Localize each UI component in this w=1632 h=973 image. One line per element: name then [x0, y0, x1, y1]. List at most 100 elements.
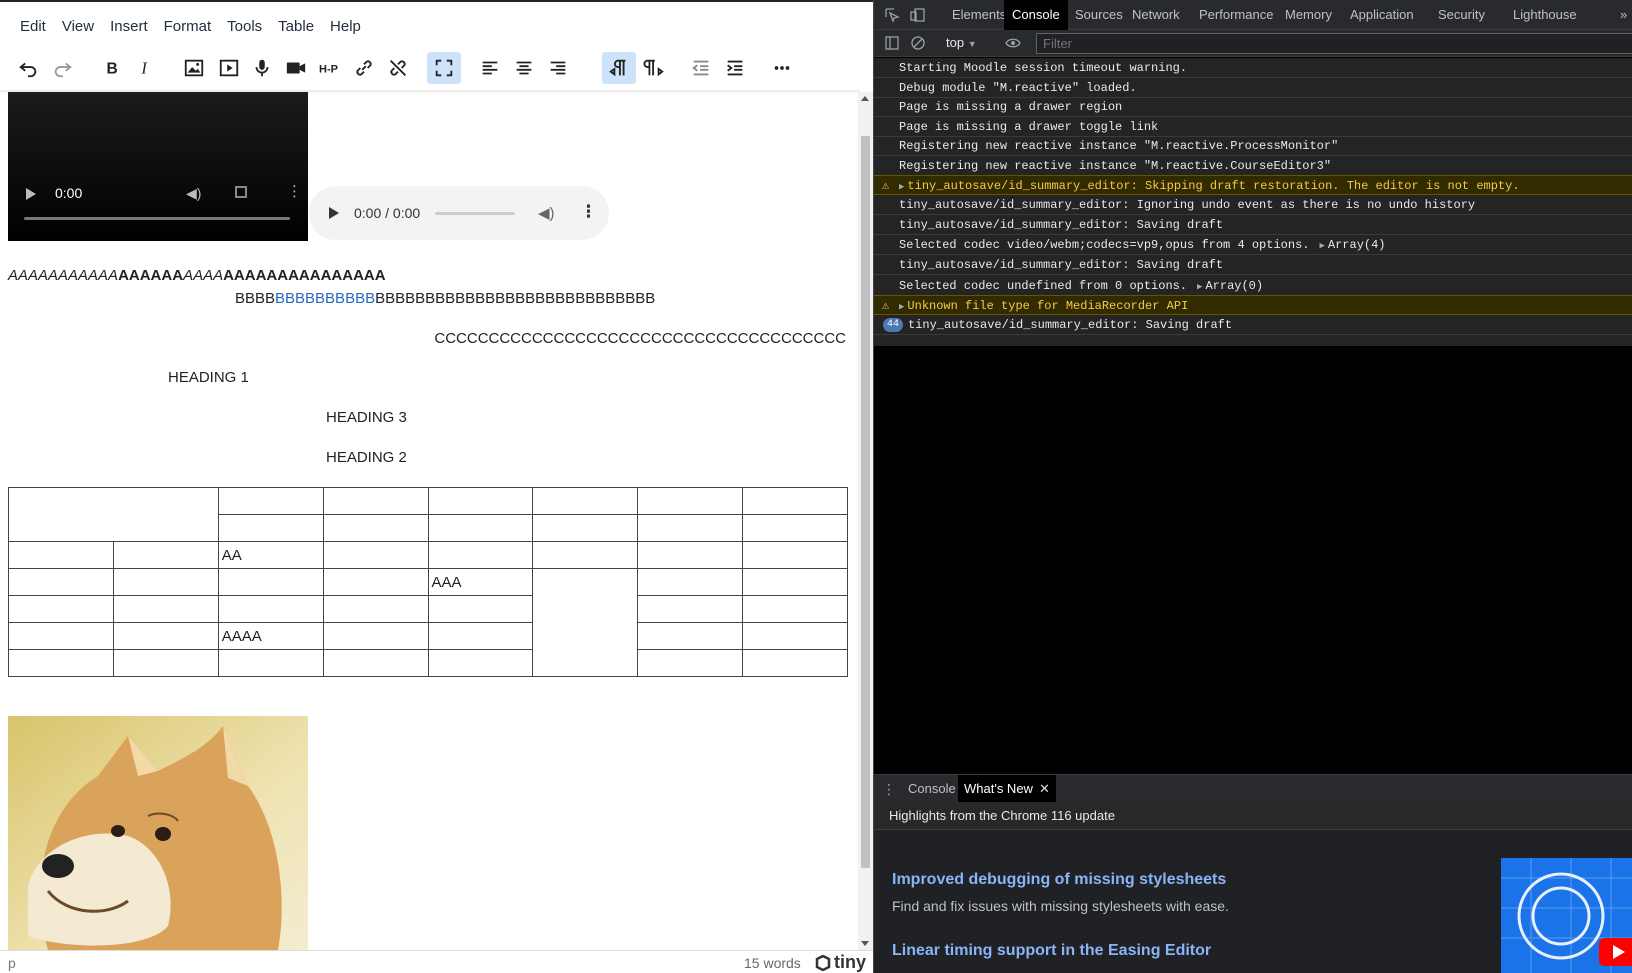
eye-icon[interactable] — [1005, 35, 1021, 51]
table-cell[interactable] — [637, 514, 744, 542]
table-cell[interactable] — [742, 541, 848, 569]
table-cell[interactable] — [742, 595, 848, 623]
table-cell[interactable]: AAA — [427, 568, 534, 596]
table-cell[interactable] — [322, 514, 429, 542]
doge-image[interactable] — [8, 716, 308, 950]
table-cell[interactable] — [322, 622, 429, 650]
audio-player[interactable]: 0:00 / 0:00 ◀) ⋮ — [309, 186, 609, 240]
console-message[interactable]: Registering new reactive instance "M.rea… — [874, 136, 1632, 156]
table-cell[interactable] — [427, 595, 534, 623]
expand-triangle-icon[interactable]: ▶ — [899, 182, 904, 192]
play-icon[interactable] — [26, 188, 36, 200]
media-icon[interactable] — [212, 52, 246, 84]
filter-input[interactable] — [1036, 33, 1632, 54]
content-table[interactable]: AA AAA AAAA — [8, 487, 848, 677]
table-cell[interactable] — [427, 541, 534, 569]
table-cell[interactable] — [112, 595, 219, 623]
more-vertical-icon[interactable]: ⋮ — [580, 202, 597, 222]
fullscreen-icon[interactable] — [427, 52, 461, 84]
volume-icon[interactable]: ◀) — [186, 185, 201, 202]
table-cell[interactable] — [427, 487, 534, 515]
console-message[interactable]: Debug module "M.reactive" loaded. — [874, 78, 1632, 98]
tab-console[interactable]: Console — [1004, 0, 1068, 30]
microphone-icon[interactable] — [245, 52, 279, 84]
clear-console-icon[interactable] — [910, 35, 926, 51]
table-cell[interactable] — [427, 514, 534, 542]
audio-seek-bar[interactable] — [435, 212, 515, 215]
table-cell[interactable] — [322, 649, 429, 677]
drawer-tab-whats-new[interactable]: What's New ✕ — [958, 775, 1056, 803]
rtl-icon[interactable] — [637, 52, 671, 84]
outdent-icon[interactable] — [684, 52, 718, 84]
device-toolbar-icon[interactable] — [910, 7, 926, 23]
console-empty-area[interactable] — [874, 347, 1632, 772]
menu-edit[interactable]: Edit — [12, 14, 54, 42]
menu-help[interactable]: Help — [322, 14, 369, 42]
h5p-icon[interactable]: H-P — [313, 52, 347, 84]
table-cell[interactable] — [637, 649, 744, 677]
whats-new-item-title[interactable]: Linear timing support in the Easing Edit… — [892, 942, 1211, 960]
sidebar-toggle-icon[interactable] — [884, 35, 900, 51]
table-cell[interactable] — [637, 568, 744, 596]
link-icon[interactable] — [347, 52, 381, 84]
table-cell[interactable] — [427, 649, 534, 677]
tab-lighthouse[interactable]: Lighthouse — [1505, 0, 1585, 30]
close-icon[interactable]: ✕ — [1039, 781, 1050, 796]
tab-sources[interactable]: Sources — [1067, 0, 1131, 30]
console-message[interactable]: Page is missing a drawer region — [874, 97, 1632, 117]
tab-performance[interactable]: Performance — [1191, 0, 1281, 30]
table-cell[interactable] — [322, 541, 429, 569]
table-cell[interactable] — [427, 622, 534, 650]
inspect-element-icon[interactable] — [884, 7, 900, 23]
table-cell[interactable] — [532, 487, 639, 515]
tab-security[interactable]: Security — [1430, 0, 1493, 30]
element-path[interactable]: p — [8, 955, 16, 971]
table-cell[interactable] — [8, 649, 114, 677]
console-message[interactable]: tiny_autosave/id_summary_editor: Ignorin… — [874, 195, 1632, 215]
console-message[interactable]: Registering new reactive instance "M.rea… — [874, 156, 1632, 176]
table-cell[interactable] — [217, 649, 324, 677]
console-message[interactable]: Selected codec undefined from 0 options.… — [874, 276, 1632, 296]
table-cell[interactable] — [742, 649, 848, 677]
table-cell[interactable] — [532, 514, 639, 542]
table-cell[interactable] — [742, 514, 848, 542]
align-left-icon[interactable] — [473, 52, 507, 84]
align-center-icon[interactable] — [507, 52, 541, 84]
object-preview[interactable]: ▶ Array(4) — [1319, 238, 1385, 252]
video-seek-bar[interactable] — [24, 217, 290, 220]
more-icon[interactable] — [765, 52, 799, 84]
more-vertical-icon[interactable]: ⋮ — [287, 182, 302, 200]
volume-icon[interactable]: ◀) — [538, 204, 555, 222]
undo-icon[interactable] — [11, 52, 45, 84]
tab-application[interactable]: Application — [1342, 0, 1422, 30]
table-cell[interactable] — [217, 568, 324, 596]
table-cell[interactable] — [112, 622, 219, 650]
table-cell[interactable] — [637, 541, 744, 569]
fullscreen-icon[interactable] — [235, 186, 247, 198]
menu-insert[interactable]: Insert — [102, 14, 156, 42]
table-cell[interactable] — [322, 595, 429, 623]
table-cell[interactable] — [217, 595, 324, 623]
scroll-down-icon[interactable] — [861, 941, 869, 946]
scrollbar-thumb[interactable] — [861, 136, 870, 868]
align-right-icon[interactable] — [541, 52, 575, 84]
table-cell[interactable] — [8, 568, 114, 596]
table-cell[interactable] — [217, 514, 324, 542]
table-cell[interactable] — [8, 541, 114, 569]
image-icon[interactable] — [177, 52, 211, 84]
redo-icon[interactable] — [46, 52, 80, 84]
table-cell[interactable] — [112, 568, 219, 596]
video-player[interactable]: 0:00 ◀) ⋮ — [8, 92, 308, 241]
console-message[interactable]: tiny_autosave/id_summary_editor: Saving … — [874, 215, 1632, 235]
table-cell[interactable] — [322, 568, 429, 596]
table-cell[interactable] — [742, 622, 848, 650]
table-cell[interactable] — [742, 568, 848, 596]
table-cell[interactable] — [742, 487, 848, 515]
table-cell[interactable] — [8, 595, 114, 623]
scroll-up-icon[interactable] — [861, 96, 869, 101]
menu-tools[interactable]: Tools — [219, 14, 270, 42]
editor-content[interactable]: 0:00 ◀) ⋮ 0:00 / 0:00 ◀) ⋮ AAAAAAAAAAAAA… — [0, 92, 858, 950]
italic-icon[interactable]: I — [128, 52, 162, 84]
console-message[interactable]: 44 tiny_autosave/id_summary_editor: Savin… — [874, 315, 1632, 335]
table-cell[interactable] — [322, 487, 429, 515]
